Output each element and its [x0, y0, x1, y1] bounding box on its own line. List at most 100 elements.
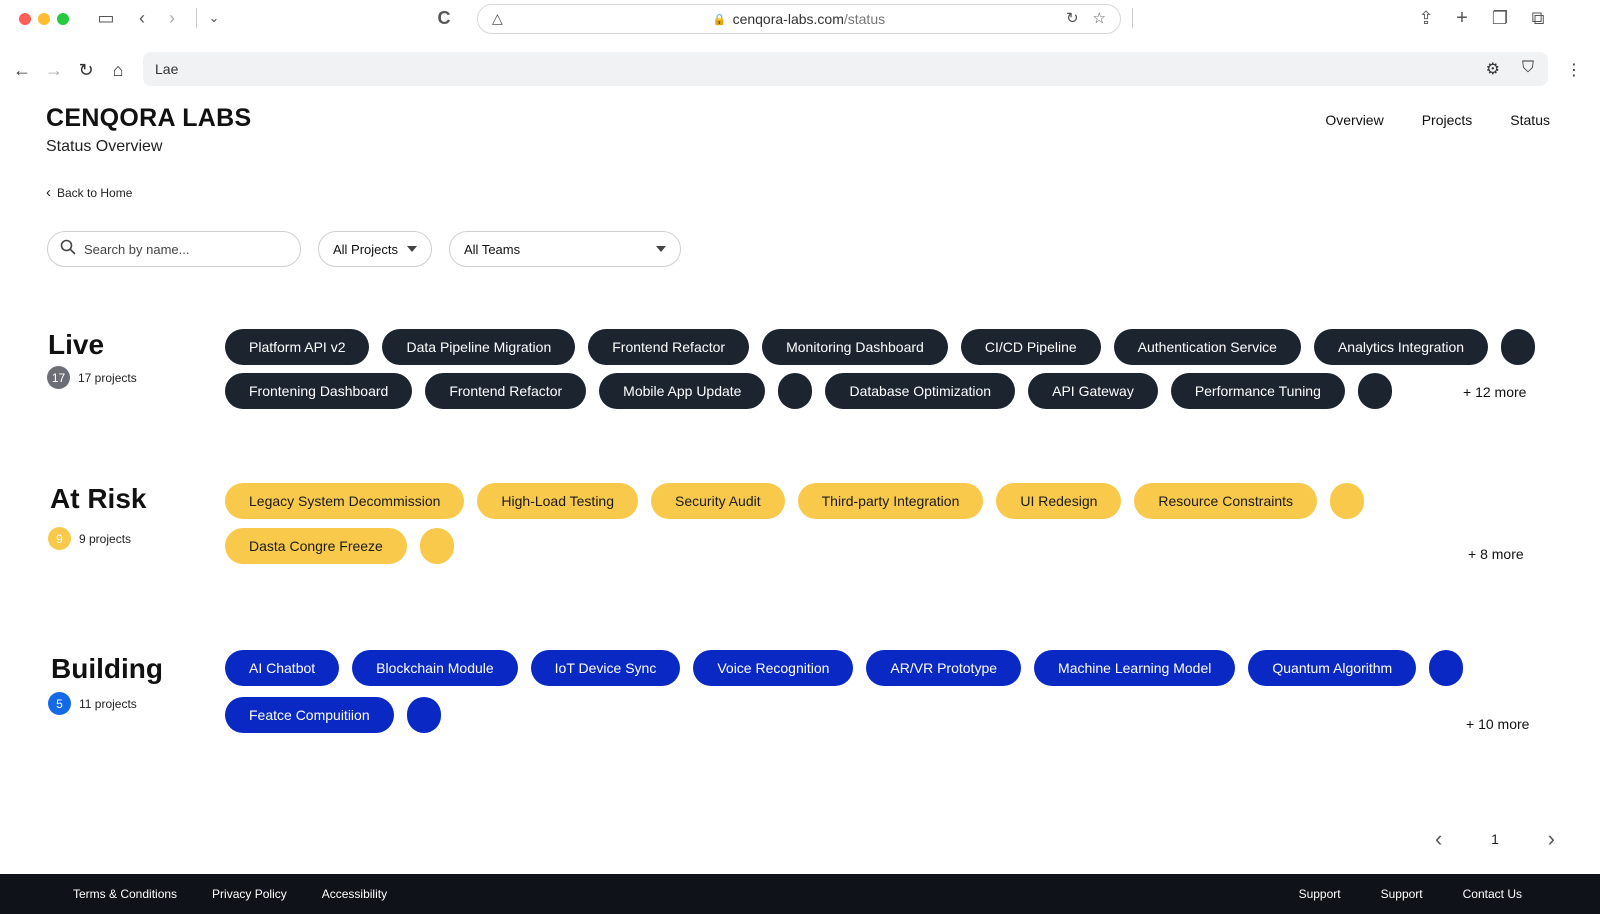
- footer-accessibility-link[interactable]: Accessibility: [322, 887, 387, 901]
- project-chip[interactable]: IoT Device Sync: [530, 650, 681, 686]
- divider: [1132, 8, 1133, 28]
- project-chip[interactable]: API Gateway: [1028, 373, 1158, 409]
- project-chip[interactable]: Quantum Algorithm: [1248, 650, 1417, 686]
- projects-select[interactable]: All Projects: [318, 231, 432, 267]
- project-chip[interactable]: Analytics Integration: [1313, 329, 1489, 365]
- close-window-button[interactable]: [19, 13, 31, 25]
- address-text: Lae: [155, 61, 179, 77]
- building-chip-row-1: AI Chatbot Blockchain Module IoT Device …: [225, 650, 1464, 686]
- url-bar[interactable]: △ 🔒 cenqora-labs.com/status ↻ ☆: [477, 4, 1121, 34]
- nav-projects[interactable]: Projects: [1422, 112, 1473, 128]
- shield-icon[interactable]: ⛉: [1522, 59, 1534, 79]
- project-chip[interactable]: Mobile App Update: [599, 373, 766, 409]
- chevron-left-icon[interactable]: ‹: [1435, 826, 1465, 852]
- bookmark-star-icon[interactable]: ☆: [1093, 9, 1106, 27]
- count-badge: 5: [48, 692, 71, 715]
- brand-logo-text: CENQORA LABS: [46, 104, 252, 132]
- project-chip-dot[interactable]: [1330, 483, 1365, 519]
- project-chip[interactable]: Frontend Refactor: [425, 373, 587, 409]
- project-chip[interactable]: Database Optimization: [825, 373, 1016, 409]
- teams-select[interactable]: All Teams: [449, 231, 681, 267]
- tab-back-icon[interactable]: ‹: [130, 6, 154, 30]
- warning-triangle-icon: △: [492, 10, 503, 26]
- chevron-right-icon[interactable]: ›: [1525, 826, 1555, 852]
- windows-icon[interactable]: ⧉: [1526, 6, 1550, 30]
- project-chip[interactable]: AI Chatbot: [225, 650, 340, 686]
- back-label: Back to Home: [57, 185, 133, 200]
- footer-terms-link[interactable]: Terms & Conditions: [73, 887, 177, 901]
- divider: [196, 8, 197, 28]
- minimize-window-button[interactable]: [38, 13, 50, 25]
- project-chip[interactable]: Third-party Integration: [797, 483, 984, 519]
- project-chip[interactable]: Security Audit: [651, 483, 785, 519]
- count-label: 17 projects: [78, 370, 137, 385]
- project-chip-dot[interactable]: [406, 697, 441, 733]
- url-path: /status: [843, 11, 886, 27]
- search-input[interactable]: [84, 241, 284, 257]
- footer: Terms & Conditions Privacy Policy Access…: [0, 874, 1600, 914]
- search-icon: [60, 239, 76, 260]
- chevron-left-icon: ‹: [46, 184, 51, 201]
- home-icon[interactable]: ⌂: [106, 58, 130, 82]
- footer-privacy-link[interactable]: Privacy Policy: [212, 887, 287, 901]
- tab-overview-icon[interactable]: ❐: [1488, 6, 1512, 30]
- nav-status[interactable]: Status: [1510, 112, 1550, 128]
- at-risk-chip-row-1: Legacy System Decommission High-Load Tes…: [225, 483, 1365, 519]
- project-chip[interactable]: Frontening Dashboard: [225, 373, 413, 409]
- maximize-window-button[interactable]: [57, 13, 69, 25]
- project-chip[interactable]: Featce Compuitiion: [225, 697, 394, 733]
- project-chip[interactable]: Resource Constraints: [1134, 483, 1318, 519]
- footer-support-link[interactable]: Support: [1299, 887, 1341, 901]
- search-box[interactable]: [47, 231, 301, 267]
- project-chip[interactable]: High-Load Testing: [477, 483, 639, 519]
- project-chip-dot[interactable]: [1357, 373, 1392, 409]
- nav-overview[interactable]: Overview: [1325, 112, 1383, 128]
- browser-toolbar: ← → ↻ ⌂ Lae ⚙ ⛉ ⋮: [0, 50, 1600, 90]
- project-chip[interactable]: Platform API v2: [225, 329, 370, 365]
- project-chip[interactable]: Voice Recognition: [693, 650, 854, 686]
- project-chip[interactable]: UI Redesign: [996, 483, 1122, 519]
- project-chip[interactable]: Dasta Congre Freeze: [225, 528, 407, 564]
- project-chip-dot[interactable]: [778, 373, 813, 409]
- project-chip[interactable]: AR/VR Prototype: [866, 650, 1022, 686]
- building-more-link[interactable]: + 10 more: [1466, 716, 1529, 732]
- back-to-home-link[interactable]: ‹ Back to Home: [46, 184, 132, 201]
- project-chip[interactable]: CI/CD Pipeline: [960, 329, 1101, 365]
- count-label: 11 projects: [79, 696, 137, 711]
- tab-list-chevron-icon[interactable]: ⌄: [202, 6, 226, 30]
- at-risk-chip-row-2: Dasta Congre Freeze: [225, 528, 454, 564]
- section-title-building: Building: [51, 653, 163, 684]
- menu-kebab-icon[interactable]: ⋮: [1562, 58, 1586, 82]
- project-chip[interactable]: Frontend Refactor: [588, 329, 750, 365]
- caret-down-icon: [656, 246, 666, 252]
- pagination: ‹ 1 ›: [1435, 826, 1555, 852]
- project-chip[interactable]: Monitoring Dashboard: [762, 329, 948, 365]
- tab-forward-icon[interactable]: ›: [160, 6, 184, 30]
- section-title-at-risk: At Risk: [50, 483, 147, 514]
- section-count-building: 5 11 projects: [48, 692, 137, 715]
- project-chip-dot[interactable]: [1501, 329, 1536, 365]
- back-arrow-icon[interactable]: ←: [10, 58, 34, 82]
- at-risk-more-link[interactable]: + 8 more: [1468, 546, 1524, 562]
- footer-contact-link[interactable]: Contact Us: [1463, 887, 1522, 901]
- building-chip-row-2: Featce Compuitiion: [225, 697, 441, 733]
- project-chip[interactable]: Performance Tuning: [1170, 373, 1345, 409]
- live-more-link[interactable]: + 12 more: [1463, 384, 1526, 400]
- forward-arrow-icon[interactable]: →: [42, 58, 66, 82]
- project-chip[interactable]: Legacy System Decommission: [225, 483, 465, 519]
- footer-support-link[interactable]: Support: [1381, 887, 1423, 901]
- project-chip[interactable]: Blockchain Module: [352, 650, 518, 686]
- current-page[interactable]: 1: [1465, 831, 1525, 847]
- project-chip[interactable]: Machine Learning Model: [1034, 650, 1236, 686]
- project-chip[interactable]: Authentication Service: [1113, 329, 1301, 365]
- project-chip-dot[interactable]: [1429, 650, 1464, 686]
- extension-gear-icon[interactable]: ⚙: [1486, 59, 1500, 79]
- share-icon[interactable]: ⇪: [1414, 6, 1438, 30]
- reload-page-icon[interactable]: ↻: [1066, 9, 1079, 27]
- refresh-icon[interactable]: ↻: [74, 58, 98, 82]
- sidebar-toggle-icon[interactable]: ▭: [94, 6, 118, 30]
- project-chip-dot[interactable]: [419, 528, 454, 564]
- address-input[interactable]: Lae ⚙ ⛉: [143, 52, 1548, 86]
- project-chip[interactable]: Data Pipeline Migration: [382, 329, 576, 365]
- new-tab-icon[interactable]: +: [1450, 6, 1474, 30]
